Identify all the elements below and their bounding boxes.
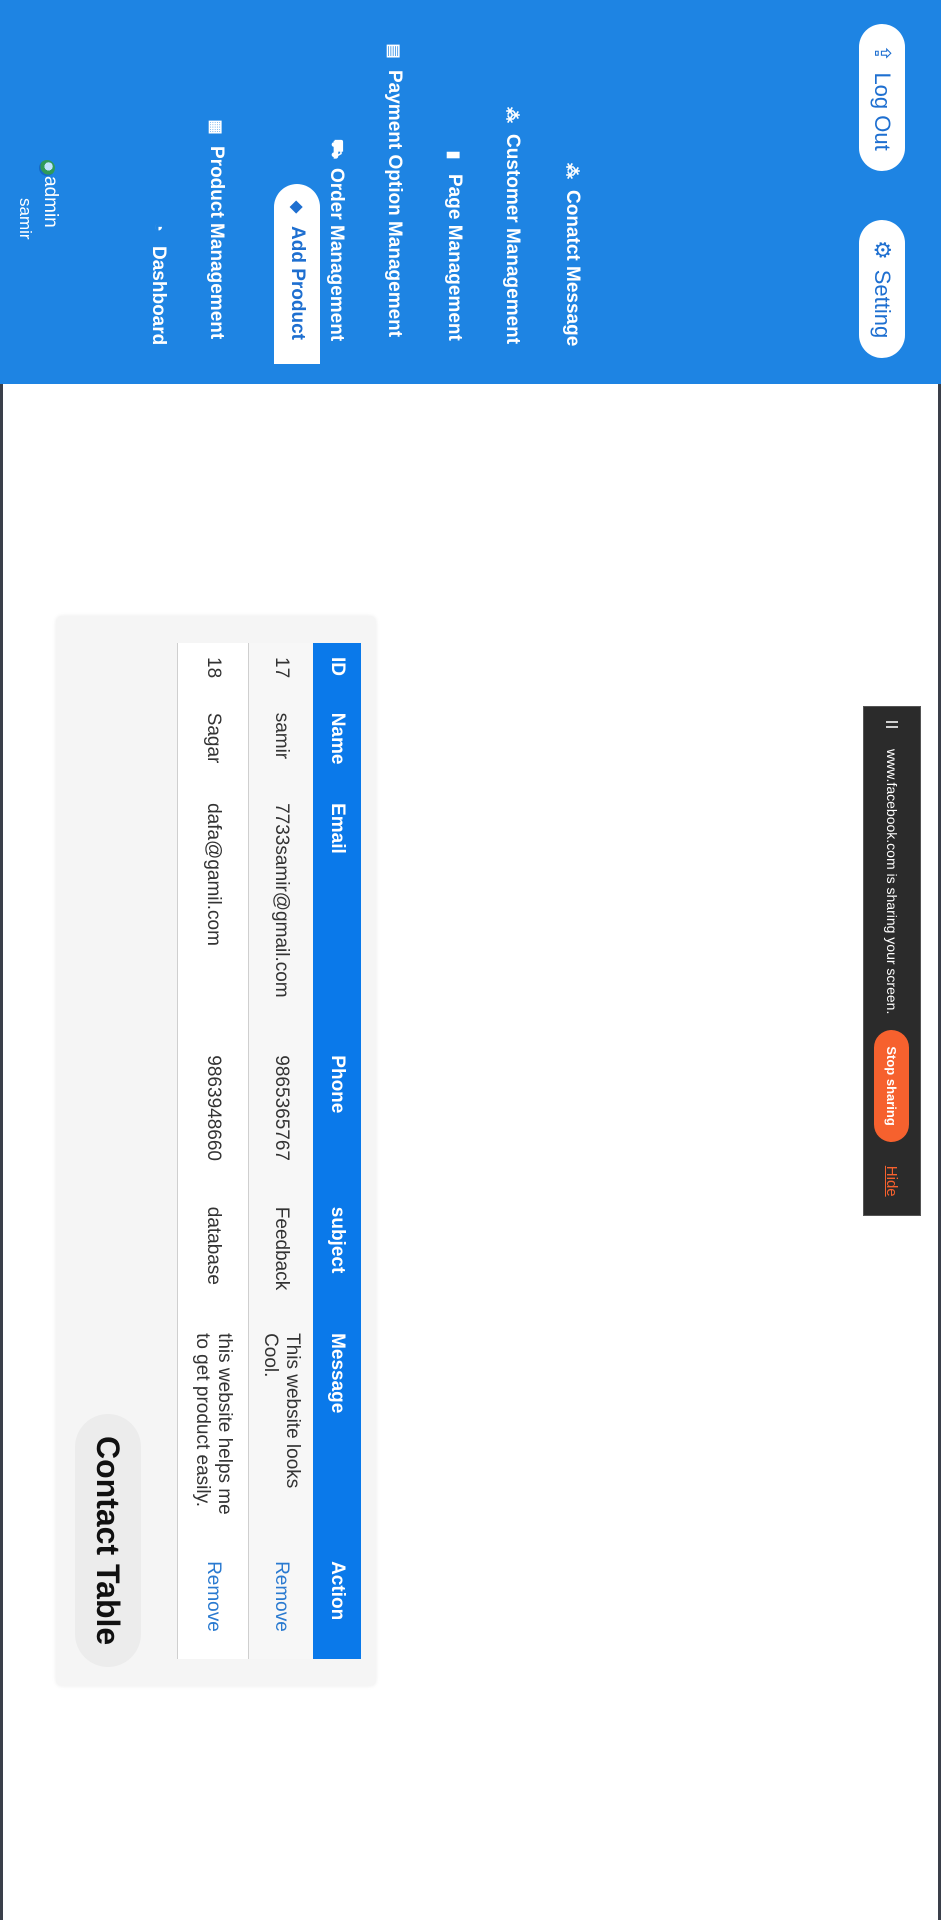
sidebar-item-label: Order Management <box>326 168 347 342</box>
sidebar-item-page-management[interactable]: ▮ Page Management <box>443 146 465 341</box>
table-row: 17 samir 7733samir@gmail.com 9865365767 … <box>248 643 313 1659</box>
boxes-icon: ▦ <box>207 119 224 135</box>
sidebar-item-payment-option-management[interactable]: ▤ Payment Option Management <box>383 42 405 337</box>
users-icon: ⁂ <box>563 163 580 179</box>
cell-phone: 9865365767 <box>248 1041 313 1193</box>
logout-label: Log Out <box>870 72 895 151</box>
logout-button[interactable]: ⇪ Log Out <box>859 24 905 171</box>
gear-icon: ⚙ <box>870 240 895 260</box>
cell-email: dafa@gamil.com <box>177 789 249 1042</box>
cell-action: Remove <box>177 1547 249 1659</box>
col-action: Action <box>313 1547 361 1659</box>
sidebar-item-label: Product Management <box>206 146 227 340</box>
sidebar-item-add-product[interactable]: ◆ Add Product <box>274 184 320 364</box>
col-subject: subject <box>313 1192 361 1320</box>
sidebar-item-label: Payment Option Management <box>384 70 405 338</box>
sidebar-item-order-management[interactable]: ⛟ Order Management <box>325 138 347 342</box>
screen-share-bar: www.facebook.com is sharing your screen.… <box>863 706 921 1216</box>
cell-email: 7733samir@gmail.com <box>248 789 313 1042</box>
sidebar-nav: ◔ Dashboard ▦ Product Management ◆ Add P… <box>0 0 941 384</box>
cell-id: 18 <box>177 643 249 699</box>
remove-link[interactable]: Remove <box>203 1561 224 1632</box>
cell-action: Remove <box>248 1547 313 1659</box>
rotated-viewport: admin samir ◔ Dashboard ▦ Product Manage… <box>0 0 941 1920</box>
sidebar-item-contact-message[interactable]: ⁂ Conatct Message <box>561 162 583 346</box>
stop-sharing-button[interactable]: Stop sharing <box>874 1030 910 1142</box>
sidebar-item-dashboard[interactable]: ◔ Dashboard <box>147 218 169 345</box>
cell-subject: Feedback <box>248 1192 313 1320</box>
sidebar-item-label: Dashboard <box>148 246 169 346</box>
cell-phone: 9863948660 <box>177 1041 249 1193</box>
remove-link[interactable]: Remove <box>271 1561 292 1632</box>
setting-button[interactable]: ⚙ Setting <box>859 220 905 359</box>
col-id: ID <box>313 643 361 699</box>
logout-icon: ⇪ <box>870 44 895 63</box>
tag-icon: ◆ <box>288 200 305 214</box>
cell-name: samir <box>248 698 313 790</box>
col-name: Name <box>313 698 361 790</box>
col-phone: Phone <box>313 1041 361 1193</box>
page-title: Contact Table <box>75 1414 141 1668</box>
credit-card-icon: ▤ <box>385 43 402 59</box>
cart-icon: ⛟ <box>328 138 345 160</box>
drag-handle-icon[interactable] <box>885 721 899 735</box>
dashboard-icon: ◔ <box>150 222 167 232</box>
sidebar-item-product-management[interactable]: ▦ Product Management <box>205 118 227 339</box>
sidebar-item-label: Add Product <box>287 226 308 340</box>
table-header-row: ID Name Email Phone subject Message Acti… <box>313 643 361 1659</box>
cell-message: This website looks Cool. <box>248 1319 313 1548</box>
col-message: Message <box>313 1319 361 1548</box>
hide-link[interactable]: Hide <box>884 1166 901 1197</box>
sidebar-item-label: Conatct Message <box>562 190 583 347</box>
cell-subject: database <box>177 1192 249 1320</box>
sidebar-item-label: Customer Management <box>502 134 523 345</box>
cell-name: Sagar <box>177 698 249 790</box>
users-icon: ⁂ <box>503 107 520 123</box>
table-row: 18 Sagar dafa@gamil.com 9863948660 datab… <box>177 643 249 1659</box>
sidebar-item-label: Page Management <box>444 174 465 341</box>
cell-message: this website helps me to get product eas… <box>177 1319 249 1548</box>
share-message: www.facebook.com is sharing your screen. <box>884 749 900 1015</box>
cell-id: 17 <box>248 643 313 699</box>
col-email: Email <box>313 789 361 1042</box>
sidebar-item-customer-management[interactable]: ⁂ Customer Management <box>501 106 523 344</box>
setting-label: Setting <box>870 269 895 339</box>
file-icon: ▮ <box>445 150 462 160</box>
contact-table: ID Name Email Phone subject Message Acti… <box>177 643 361 1659</box>
sidebar: admin samir ◔ Dashboard ▦ Product Manage… <box>0 0 941 384</box>
